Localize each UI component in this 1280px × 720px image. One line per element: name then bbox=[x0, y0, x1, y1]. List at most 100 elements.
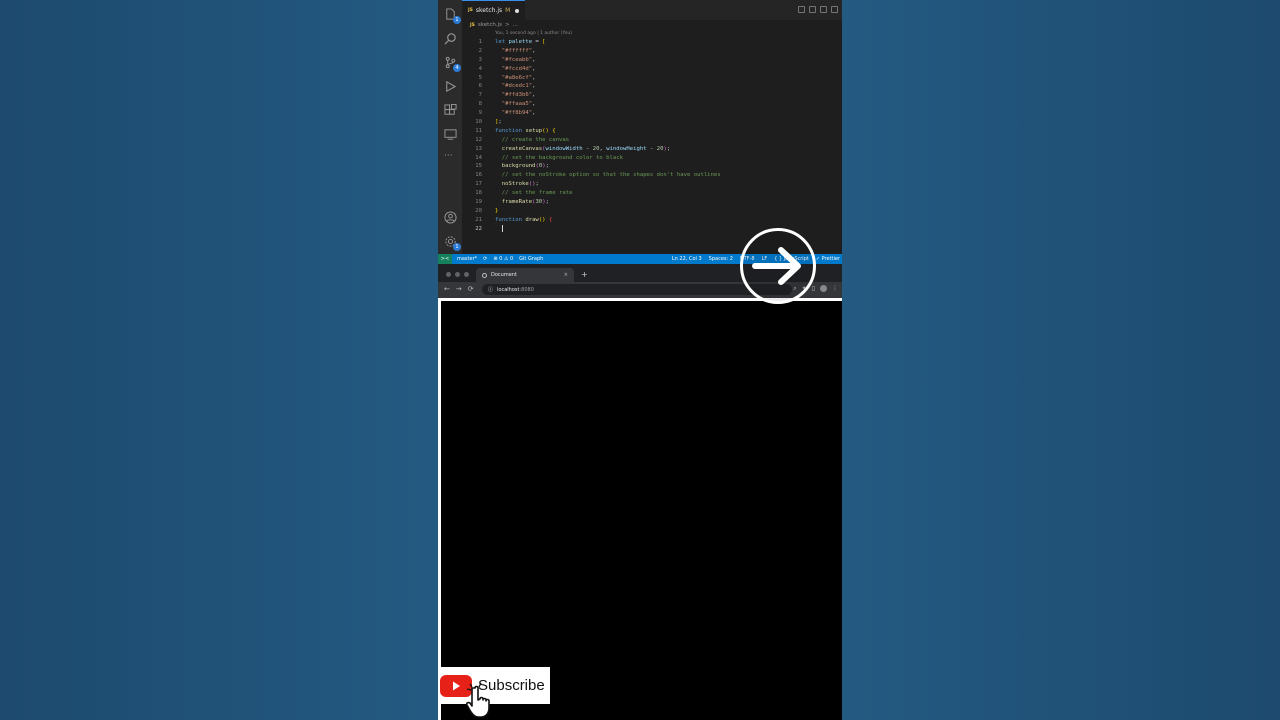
git-graph-button[interactable]: Git Graph bbox=[519, 256, 543, 262]
line-number: 14 bbox=[475, 154, 482, 161]
code-line[interactable]: 19 frameRate(30); bbox=[462, 198, 842, 207]
minimize-window-icon[interactable] bbox=[455, 272, 460, 277]
code-line[interactable]: 9 "#ff8b94", bbox=[462, 109, 842, 118]
explorer-badge: 1 bbox=[453, 16, 461, 24]
prettier-status[interactable]: ✓ Prettier bbox=[816, 256, 840, 262]
zoom-window-icon[interactable] bbox=[464, 272, 469, 277]
open-changes-icon[interactable] bbox=[798, 6, 805, 13]
remote-indicator[interactable]: >< bbox=[438, 254, 452, 264]
accounts-icon[interactable] bbox=[444, 211, 457, 224]
git-blame-codelens[interactable]: You, 1 second ago | 1 author (You) bbox=[495, 31, 572, 36]
tab-close-icon[interactable]: × bbox=[564, 272, 568, 278]
code-line[interactable]: 17 noStroke(); bbox=[462, 180, 842, 189]
code-line[interactable]: 8 "#ffaaa5", bbox=[462, 100, 842, 109]
line-number: 6 bbox=[478, 83, 482, 90]
arrow-right-icon bbox=[752, 247, 801, 285]
line-text: frameRate(30); bbox=[501, 199, 549, 206]
code-line[interactable]: 14 // set the background color to black bbox=[462, 154, 842, 163]
code-line[interactable]: 16 // set the noStroke option so that th… bbox=[462, 171, 842, 180]
line-text: "#ffaaa5", bbox=[501, 101, 536, 108]
code-line[interactable]: 11 function setup() { bbox=[462, 127, 842, 136]
js-file-icon: JS bbox=[468, 8, 473, 13]
code-line[interactable]: 4 "#fccd4d", bbox=[462, 65, 842, 74]
line-text: let palette = [ bbox=[495, 39, 546, 45]
code-line[interactable]: 6 "#dcedc1", bbox=[462, 82, 842, 91]
tab-modified-flag: M bbox=[505, 7, 511, 14]
line-number: 20 bbox=[475, 207, 482, 214]
line-text: noStroke(); bbox=[501, 181, 539, 188]
code-line[interactable]: 21 function draw() { bbox=[462, 216, 842, 225]
code-line[interactable]: 13 createCanvas(windowWidth - 20, window… bbox=[462, 145, 842, 154]
source-control-icon[interactable]: 4 bbox=[444, 56, 461, 72]
code-line[interactable]: 5 "#a8e6cf", bbox=[462, 74, 842, 83]
more-icon[interactable]: ··· bbox=[444, 152, 457, 165]
browser-menu-icon[interactable]: ⋮ bbox=[832, 285, 838, 293]
cursor-position[interactable]: Ln 22, Col 3 bbox=[672, 256, 702, 262]
line-text: } bbox=[495, 207, 499, 214]
code-line[interactable]: 1 let palette = [ bbox=[462, 38, 842, 47]
code-line[interactable]: 10]; bbox=[462, 118, 842, 127]
code-line[interactable]: 3 "#fceabb", bbox=[462, 56, 842, 65]
problems-count[interactable]: ⊗ 0 ⚠ 0 bbox=[493, 256, 513, 262]
reload-icon[interactable]: ⟳ bbox=[468, 285, 474, 293]
window-controls bbox=[446, 272, 469, 277]
line-number: 21 bbox=[475, 216, 482, 223]
url-host: localhost bbox=[497, 286, 520, 293]
line-text: createCanvas(windowWidth - 20, windowHei… bbox=[501, 145, 671, 152]
hand-cursor-icon bbox=[466, 682, 506, 720]
settings-gear-icon[interactable]: 1 bbox=[444, 235, 461, 251]
code-line[interactable]: 12 // create the canvas bbox=[462, 136, 842, 145]
line-number: 15 bbox=[475, 163, 482, 170]
go-back-icon[interactable] bbox=[809, 6, 816, 13]
breadcrumb-more[interactable]: ... bbox=[513, 22, 518, 28]
line-number: 17 bbox=[475, 181, 482, 188]
settings-badge: 1 bbox=[453, 243, 461, 251]
line-text: ]; bbox=[495, 119, 502, 126]
line-text: "#fceabb", bbox=[501, 56, 536, 63]
line-text: "#ffd3b6", bbox=[501, 92, 536, 99]
line-number: 11 bbox=[475, 127, 482, 134]
go-forward-icon[interactable] bbox=[820, 6, 827, 13]
line-text: "#fccd4d", bbox=[501, 65, 536, 72]
code-editor[interactable]: 1 let palette = [ 2 "#ffffff", 3 "#fceabb",… bbox=[462, 38, 842, 234]
webpage-viewport bbox=[438, 298, 842, 720]
tab-sketch-js[interactable]: JS sketch.js M bbox=[462, 0, 525, 20]
git-branch[interactable]: master* bbox=[457, 256, 477, 262]
close-window-icon[interactable] bbox=[446, 272, 451, 277]
back-arrow-icon[interactable]: ← bbox=[444, 285, 450, 293]
line-number: 1 bbox=[478, 39, 482, 45]
remote-explorer-icon[interactable] bbox=[444, 128, 457, 141]
split-editor-icon[interactable] bbox=[831, 6, 838, 13]
indentation[interactable]: Spaces: 2 bbox=[709, 256, 733, 262]
forward-arrow-icon[interactable]: → bbox=[456, 285, 462, 293]
line-text: // set the background color to black bbox=[501, 154, 623, 161]
code-line[interactable]: 15 background(0); bbox=[462, 162, 842, 171]
code-line[interactable]: 2 "#ffffff", bbox=[462, 47, 842, 56]
code-line[interactable]: 20} bbox=[462, 207, 842, 216]
code-line[interactable]: 7 "#ffd3b6", bbox=[462, 91, 842, 100]
unsaved-dot-icon[interactable] bbox=[515, 8, 520, 13]
new-tab-button[interactable]: + bbox=[581, 270, 588, 279]
next-arrow-overlay[interactable] bbox=[740, 228, 816, 304]
line-text: function draw() { bbox=[495, 216, 553, 223]
browser-tab-document[interactable]: Document × bbox=[476, 268, 574, 282]
profile-avatar[interactable] bbox=[820, 285, 827, 292]
line-text: "#ffffff", bbox=[501, 47, 536, 54]
line-number: 8 bbox=[478, 101, 482, 108]
run-debug-icon[interactable] bbox=[444, 80, 457, 93]
extensions-icon[interactable] bbox=[444, 104, 457, 117]
p5-canvas[interactable] bbox=[441, 301, 842, 720]
explorer-icon[interactable]: 1 bbox=[444, 8, 461, 24]
code-line[interactable]: 18 // set the frame rate bbox=[462, 189, 842, 198]
browser-tab-title: Document bbox=[491, 272, 517, 278]
search-icon[interactable] bbox=[444, 32, 457, 45]
sync-icon[interactable]: ⟳ bbox=[483, 256, 487, 262]
line-number: 22 bbox=[475, 225, 482, 232]
globe-icon bbox=[482, 272, 487, 278]
editor-actions bbox=[798, 6, 838, 13]
line-number: 10 bbox=[475, 119, 482, 126]
activity-bar: 1 4 ··· 1 bbox=[438, 0, 462, 254]
site-info-icon[interactable]: ⓘ bbox=[488, 286, 493, 293]
breadcrumb-file[interactable]: sketch.js bbox=[478, 22, 502, 28]
scm-badge: 4 bbox=[453, 64, 461, 72]
